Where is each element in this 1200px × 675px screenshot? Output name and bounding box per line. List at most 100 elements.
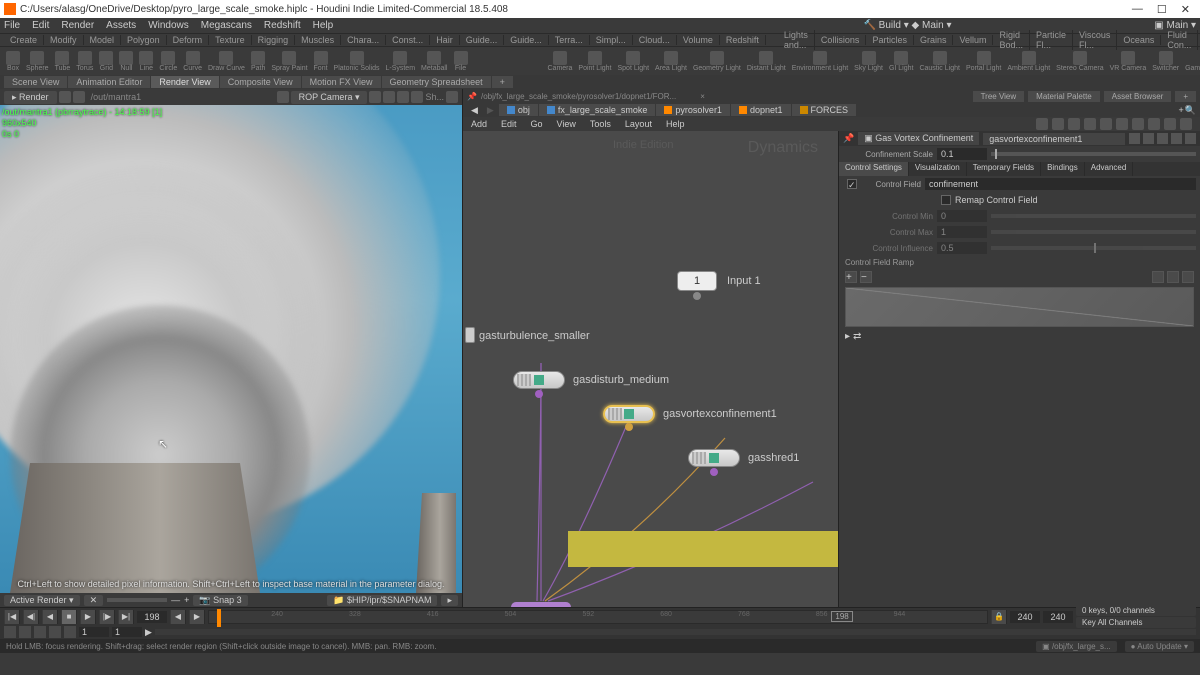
control-influence-slider[interactable] [991,246,1196,250]
key-all-button[interactable]: Key All Channels [1076,617,1196,628]
playhead[interactable] [217,609,221,627]
auto-update-dropdown[interactable]: ● Auto Update ▾ [1125,641,1194,652]
snap-button[interactable]: 📷 Snap 3 [193,595,247,606]
net-right-tab[interactable]: Material Palette [1028,91,1100,102]
menu-megascans[interactable]: Megascans [201,20,252,31]
shelf-item[interactable]: L-System [383,51,417,72]
ws-tab-add[interactable]: + [492,76,513,88]
timeline-track[interactable]: 240 328 416 504 592 680 768 856 944 198 [208,610,988,624]
param-tab-control[interactable]: Control Settings [839,162,909,176]
shelf-tab[interactable]: Chara... [341,35,386,45]
shelf-item[interactable]: Point Light [576,51,613,72]
menu-file[interactable]: File [4,20,20,31]
net-menu-view[interactable]: View [557,119,576,129]
exposure-slider[interactable] [107,598,167,602]
shelf-item[interactable]: Spray Paint [269,51,309,72]
viewport-icon[interactable] [446,91,458,103]
net-toolbar-icon[interactable] [1116,118,1128,130]
shelf-item[interactable]: Portal Light [964,51,1003,72]
net-toolbar-icon[interactable] [1068,118,1080,130]
shelf-tab[interactable]: Muscles [295,35,341,45]
net-toolbar-icon[interactable] [1164,118,1176,130]
ws-tab-composite[interactable]: Composite View [220,76,301,88]
first-frame-button[interactable]: |◀ [4,610,20,624]
shelf-item[interactable]: File [452,51,470,72]
pause-icon[interactable] [59,91,71,103]
menu-redshift[interactable]: Redshift [264,20,301,31]
shelf-item[interactable]: Gamepad Camera [1183,51,1200,72]
net-toolbar-icon[interactable] [1148,118,1160,130]
control-field-input[interactable] [925,178,1196,190]
confinement-scale-slider[interactable] [991,152,1196,156]
ramp-link-icon[interactable]: ⇄ [853,331,861,342]
net-toolbar-icon[interactable] [1180,118,1192,130]
control-min-slider[interactable] [991,214,1196,218]
close-button[interactable]: ✕ [1181,3,1190,16]
shelf-tab[interactable]: Hair [430,35,460,45]
shelf-item[interactable]: Platonic Solids [332,51,382,72]
net-toolbar-icon[interactable] [1084,118,1096,130]
minimize-button[interactable]: — [1132,3,1143,16]
network-path-crumbs[interactable]: /obj/fx_large_scale_smoke/pyrosolver1/do… [481,92,676,101]
cam-dropdown[interactable]: ROP Camera ▾ [291,91,368,104]
param-tab-advanced[interactable]: Advanced [1085,162,1134,176]
net-menu-tools[interactable]: Tools [590,119,611,129]
shelf-item[interactable]: Line [137,51,155,72]
shelf-item[interactable]: Path [249,51,267,72]
net-add-icon[interactable]: + [1179,105,1184,115]
shelf-tab[interactable]: Fluid Con... [1161,30,1198,50]
nav-fwd-icon[interactable]: ▶ [483,105,498,116]
shelf-item[interactable]: Environment Light [790,51,850,72]
menu-help[interactable]: Help [313,20,334,31]
net-tab-forces[interactable]: FORCES [792,104,857,116]
shelf-item[interactable]: Metaball [419,51,449,72]
control-min-input[interactable] [937,210,987,222]
net-tab-obj[interactable]: obj [499,104,538,116]
net-toolbar-icon[interactable] [1132,118,1144,130]
viewport-icon[interactable] [277,91,289,103]
gear-icon[interactable] [1129,133,1140,144]
ramp-icon[interactable] [1152,271,1164,283]
shelf-tab[interactable]: Grains [914,35,954,45]
net-menu-layout[interactable]: Layout [625,119,652,129]
ramp-icon[interactable] [1167,271,1179,283]
net-tab-pyro[interactable]: pyrosolver1 [656,104,730,116]
net-toolbar-icon[interactable] [1100,118,1112,130]
shelf-tab[interactable]: Rigging [252,35,296,45]
control-influence-input[interactable] [937,242,987,254]
remap-checkbox[interactable] [941,195,951,205]
shelf-tab[interactable]: Modify [44,35,84,45]
ws-tab-sceneview[interactable]: Scene View [4,76,67,88]
shelf-tab[interactable]: Deform [167,35,210,45]
shelf-tab[interactable]: Polygon [121,35,167,45]
ws-tab-renderview[interactable]: Render View [151,76,218,88]
menu-assets[interactable]: Assets [106,20,136,31]
shelf-tab[interactable]: Create [4,35,44,45]
net-menu-add[interactable]: Add [471,119,487,129]
net-menu-help[interactable]: Help [666,119,685,129]
net-toolbar-icon[interactable] [1036,118,1048,130]
ramp-remove-point[interactable]: − [860,271,872,283]
shelf-item[interactable]: Switcher [1150,51,1181,72]
shelf-tab[interactable]: Guide... [460,35,505,45]
net-menu-go[interactable]: Go [531,119,543,129]
shelf-item[interactable]: GI Light [887,51,916,72]
pin-icon[interactable]: 📌 [843,133,854,144]
param-icon[interactable] [1143,133,1154,144]
stop-icon[interactable] [73,91,85,103]
desktop-build-dropdown[interactable]: 🔨 Build ▾ [863,20,908,31]
control-max-slider[interactable] [991,230,1196,234]
ramp-prev-icon[interactable]: ▸ [845,331,850,342]
ramp-gear-icon[interactable] [1182,271,1194,283]
net-right-tab[interactable]: Tree View [973,91,1025,102]
confinement-scale-input[interactable] [937,148,987,160]
menu-render[interactable]: Render [61,20,94,31]
fb-icon[interactable] [34,626,46,638]
shelf-item[interactable]: VR Camera [1108,51,1149,72]
end-frame-input[interactable]: 240 [1010,611,1040,623]
tl-icon[interactable]: ◀ [170,610,186,624]
current-frame-input[interactable]: 198 [137,611,167,623]
shelf-tab[interactable]: Rigid Bod... [993,30,1030,50]
shelf-item[interactable]: Curve [181,51,204,72]
viewport-icon[interactable] [411,91,423,103]
